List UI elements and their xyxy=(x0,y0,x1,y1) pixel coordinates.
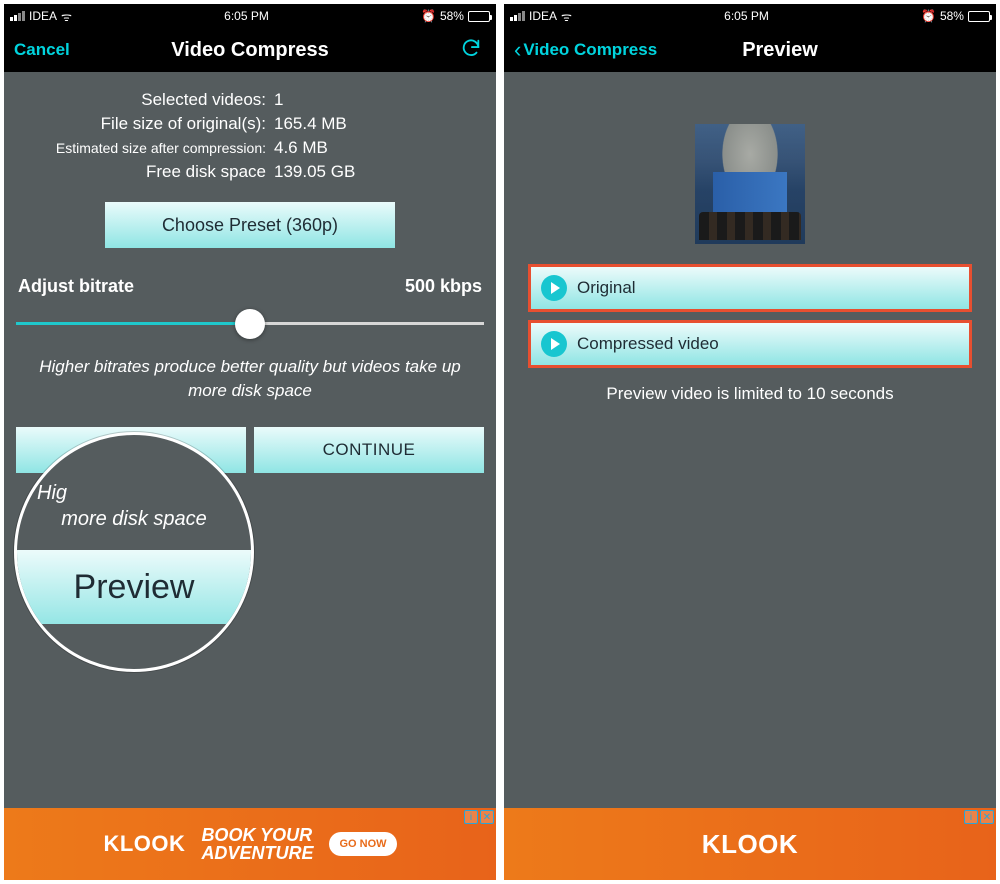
label: Estimated size after compression: xyxy=(16,140,266,156)
wifi-icon: ᯤ xyxy=(61,8,72,25)
magnified-preview-button[interactable]: Preview xyxy=(17,550,251,624)
signal-icon xyxy=(10,11,25,21)
chevron-left-icon: ‹ xyxy=(514,39,521,61)
info-estimated-size: Estimated size after compression: 4.6 MB xyxy=(16,138,484,158)
status-bar: IDEA ᯤ 6:05 PM ⏰ 58% xyxy=(504,4,996,28)
clock: 6:05 PM xyxy=(224,9,269,23)
battery-pct: 58% xyxy=(940,9,964,23)
info-original-size: File size of original(s): 165.4 MB xyxy=(16,114,484,134)
continue-button[interactable]: CONTINUE xyxy=(254,427,484,473)
ad-banner[interactable]: i ✕ KLOOK xyxy=(504,808,996,880)
option-label: Compressed video xyxy=(577,334,719,354)
label: Free disk space xyxy=(16,162,266,182)
ad-brand: KLOOK xyxy=(103,831,185,857)
battery-pct: 58% xyxy=(440,9,464,23)
signal-icon xyxy=(510,11,525,21)
ad-info-icon[interactable]: i xyxy=(464,810,478,824)
bitrate-slider[interactable] xyxy=(16,309,484,339)
play-icon xyxy=(541,275,567,301)
play-icon xyxy=(541,331,567,357)
play-compressed-button[interactable]: Compressed video xyxy=(528,320,972,368)
info-free-space: Free disk space 139.05 GB xyxy=(16,162,484,182)
value: 139.05 GB xyxy=(274,162,355,182)
ad-info-icon[interactable]: i xyxy=(964,810,978,824)
page-title: Video Compress xyxy=(171,39,328,62)
play-original-button[interactable]: Original xyxy=(528,264,972,312)
info-selected: Selected videos: 1 xyxy=(16,90,484,110)
ad-banner[interactable]: i ✕ KLOOK BOOK YOURADVENTURE GO NOW xyxy=(4,808,496,880)
bitrate-label: Adjust bitrate xyxy=(18,276,134,297)
label: Selected videos: xyxy=(16,90,266,110)
option-label: Original xyxy=(577,278,636,298)
ad-close-icon[interactable]: ✕ xyxy=(480,810,494,824)
carrier-label: IDEA xyxy=(29,9,57,23)
nav-bar: ‹ Video Compress Preview xyxy=(504,28,996,72)
ad-cta-button[interactable]: GO NOW xyxy=(329,832,396,856)
carrier-label: IDEA xyxy=(529,9,557,23)
ad-brand: KLOOK xyxy=(702,829,798,860)
main-content: Selected videos: 1 File size of original… xyxy=(4,72,496,808)
phone-right: IDEA ᯤ 6:05 PM ⏰ 58% ‹ Video Compress Pr… xyxy=(504,4,996,880)
magnifier-overlay: Hig more disk space Preview xyxy=(14,432,254,672)
battery-icon xyxy=(968,11,990,22)
alarm-icon: ⏰ xyxy=(421,9,436,23)
bitrate-value: 500 kbps xyxy=(405,276,482,297)
value: 165.4 MB xyxy=(274,114,347,134)
ad-tagline: BOOK YOURADVENTURE xyxy=(201,826,313,862)
preview-limit-note: Preview video is limited to 10 seconds xyxy=(504,384,996,404)
ad-close-icon[interactable]: ✕ xyxy=(980,810,994,824)
mag-hint-frag: Hig xyxy=(37,480,67,506)
mag-hint-frag2: more disk space xyxy=(17,506,251,532)
label: File size of original(s): xyxy=(16,114,266,134)
value: 4.6 MB xyxy=(274,138,328,158)
nav-bar: Cancel Video Compress xyxy=(4,28,496,72)
bitrate-hint: Higher bitrates produce better quality b… xyxy=(16,355,484,403)
main-content: Original Compressed video Preview video … xyxy=(504,72,996,808)
phone-left: IDEA ᯤ 6:05 PM ⏰ 58% Cancel Video Compre… xyxy=(4,4,496,880)
choose-preset-button[interactable]: Choose Preset (360p) xyxy=(105,202,395,248)
back-button[interactable]: ‹ Video Compress xyxy=(514,39,657,61)
wifi-icon: ᯤ xyxy=(561,8,572,25)
back-label: Video Compress xyxy=(523,40,657,60)
video-thumbnail[interactable] xyxy=(695,124,805,244)
refresh-button[interactable] xyxy=(460,37,482,64)
alarm-icon: ⏰ xyxy=(921,9,936,23)
cancel-button[interactable]: Cancel xyxy=(14,40,70,60)
bitrate-row: Adjust bitrate 500 kbps xyxy=(16,276,484,297)
status-bar: IDEA ᯤ 6:05 PM ⏰ 58% xyxy=(4,4,496,28)
clock: 6:05 PM xyxy=(724,9,769,23)
page-title: Preview xyxy=(742,39,818,62)
battery-icon xyxy=(468,11,490,22)
value: 1 xyxy=(274,90,283,110)
